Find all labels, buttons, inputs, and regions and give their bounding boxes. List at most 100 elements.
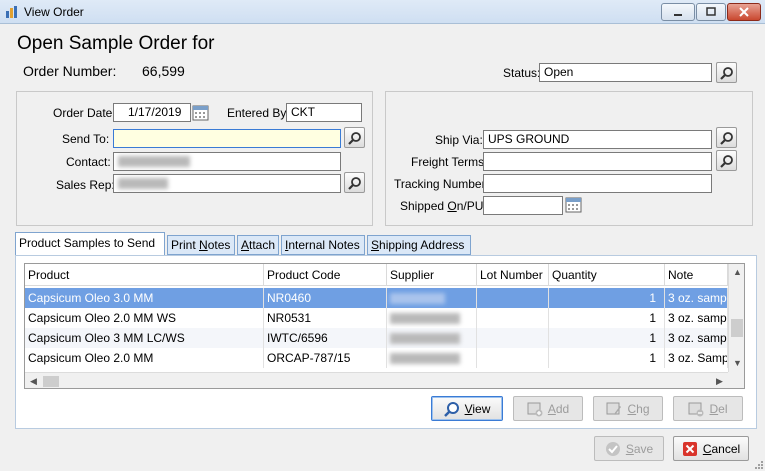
freight-terms-field[interactable]	[483, 152, 712, 171]
calendar-icon[interactable]	[192, 104, 209, 121]
ship-via-lookup-button[interactable]	[716, 127, 737, 148]
table-row[interactable]: Capsicum Oleo 3 MM LC/WS IWTC/6596 1 3 o…	[25, 328, 728, 348]
sales-rep-label: Sales Rep:	[56, 178, 115, 192]
order-date-field[interactable]: 1/17/2019	[113, 103, 191, 122]
sales-rep-field[interactable]	[113, 174, 341, 193]
send-to-label: Send To:	[62, 132, 110, 146]
title-bar	[0, 0, 765, 24]
redacted-supplier	[390, 293, 445, 305]
scroll-left-icon[interactable]: ◀	[25, 373, 42, 388]
redacted-supplier	[390, 353, 460, 365]
contact-label: Contact:	[66, 155, 111, 169]
vertical-scroll-thumb[interactable]	[731, 319, 743, 337]
ship-via-label: Ship Via:	[435, 133, 483, 147]
table-row[interactable]: Capsicum Oleo 2.0 MM ORCAP-787/15 1 3 oz…	[25, 348, 728, 368]
status-field[interactable]: Open	[539, 63, 712, 82]
freight-terms-lookup-button[interactable]	[716, 150, 737, 171]
cell-product-code: IWTC/6596	[264, 328, 387, 348]
maximize-button[interactable]	[696, 3, 726, 21]
column-header-product-code[interactable]: Product Code	[264, 264, 387, 286]
redacted-contact	[118, 156, 190, 168]
cancel-icon	[682, 441, 697, 456]
window-title: View Order	[24, 5, 84, 19]
save-label: Save	[625, 441, 654, 456]
send-to-field[interactable]	[113, 129, 341, 148]
cell-lot-number	[477, 328, 549, 348]
cell-note: 3 oz. samp	[665, 308, 728, 328]
app-icon	[6, 6, 17, 18]
table-row[interactable]: Capsicum Oleo 2.0 MM WS NR0531 1 3 oz. s…	[25, 308, 728, 328]
tab-attach[interactable]: Attach	[237, 235, 279, 255]
horizontal-scroll-thumb[interactable]	[43, 376, 59, 387]
cell-quantity: 1	[549, 348, 665, 368]
entered-by-field[interactable]: CKT	[286, 103, 362, 122]
tab-internal-notes[interactable]: Internal Notes	[281, 235, 365, 255]
status-lookup-button[interactable]	[716, 62, 737, 83]
column-header-note[interactable]: Note	[665, 264, 728, 286]
redacted-sales-rep	[118, 178, 168, 190]
column-header-supplier[interactable]: Supplier	[387, 264, 477, 286]
cell-product-code: NR0531	[264, 308, 387, 328]
delete-label: Del	[709, 401, 728, 416]
freight-terms-label: Freight Terms:	[411, 155, 488, 169]
column-header-quantity[interactable]: Quantity	[549, 264, 665, 286]
sales-rep-lookup-button[interactable]	[344, 172, 365, 193]
column-header-lot-number[interactable]: Lot Number	[477, 264, 549, 286]
cell-quantity: 1	[549, 288, 665, 308]
cancel-button[interactable]: Cancel	[673, 436, 749, 461]
cell-note: 3 oz. Samp	[665, 348, 728, 368]
entered-by-label: Entered By:	[227, 106, 290, 120]
tab-print-notes[interactable]: Print Notes	[167, 235, 235, 255]
cell-supplier	[387, 288, 477, 308]
table-row[interactable]: Capsicum Oleo 3.0 MM NR0460 1 3 oz. samp	[25, 288, 728, 308]
cell-quantity: 1	[549, 328, 665, 348]
redacted-supplier	[390, 313, 460, 325]
resize-grip-icon[interactable]	[753, 459, 763, 469]
close-icon	[739, 7, 749, 17]
minimize-button[interactable]	[661, 3, 695, 21]
cancel-label: Cancel	[702, 441, 741, 456]
shipped-on-field[interactable]	[483, 196, 563, 215]
edit-icon	[606, 402, 622, 415]
cell-lot-number	[477, 308, 549, 328]
scroll-up-icon[interactable]: ▲	[729, 264, 744, 281]
checkmark-icon	[605, 441, 620, 456]
calendar-icon[interactable]	[565, 196, 582, 213]
cell-product-code: NR0460	[264, 288, 387, 308]
delete-button[interactable]: Del	[673, 396, 743, 421]
search-icon	[347, 176, 361, 190]
cell-supplier	[387, 328, 477, 348]
view-button[interactable]: View	[431, 396, 503, 421]
contact-field[interactable]	[113, 152, 341, 171]
cell-product-code: ORCAP-787/15	[264, 348, 387, 368]
tracking-number-label: Tracking Number:	[394, 177, 489, 191]
vertical-scrollbar[interactable]: ▲ ▼	[728, 264, 744, 372]
page-title: Open Sample Order for	[17, 33, 215, 54]
tab-shipping-address[interactable]: Shipping Address	[367, 235, 471, 255]
cell-supplier	[387, 348, 477, 368]
tab-product-samples[interactable]: Product Samples to Send	[15, 232, 165, 255]
cell-product: Capsicum Oleo 2.0 MM	[25, 348, 264, 368]
search-icon	[719, 66, 733, 80]
column-header-product[interactable]: Product	[25, 264, 264, 286]
horizontal-scrollbar[interactable]: ◀ ▶	[25, 372, 728, 388]
change-label: Chg	[627, 401, 650, 416]
delete-row-icon	[688, 402, 704, 416]
change-button[interactable]: Chg	[593, 396, 663, 421]
close-button[interactable]	[727, 3, 761, 21]
cell-note: 3 oz. samp	[665, 328, 728, 348]
view-label: View	[464, 401, 491, 416]
scroll-right-icon[interactable]: ▶	[711, 373, 728, 388]
product-samples-grid[interactable]: Product Product Code Supplier Lot Number…	[24, 263, 745, 389]
search-icon	[347, 131, 361, 145]
save-button[interactable]: Save	[594, 436, 664, 461]
cell-lot-number	[477, 348, 549, 368]
send-to-lookup-button[interactable]	[344, 127, 365, 148]
add-label: Add	[547, 401, 570, 416]
scroll-down-icon[interactable]: ▼	[729, 355, 744, 372]
ship-via-field[interactable]: UPS GROUND	[483, 130, 712, 149]
tracking-number-field[interactable]	[483, 174, 712, 193]
minimize-icon	[674, 14, 682, 16]
order-number-value: 66,599	[142, 63, 185, 79]
add-button[interactable]: Add	[513, 396, 583, 421]
